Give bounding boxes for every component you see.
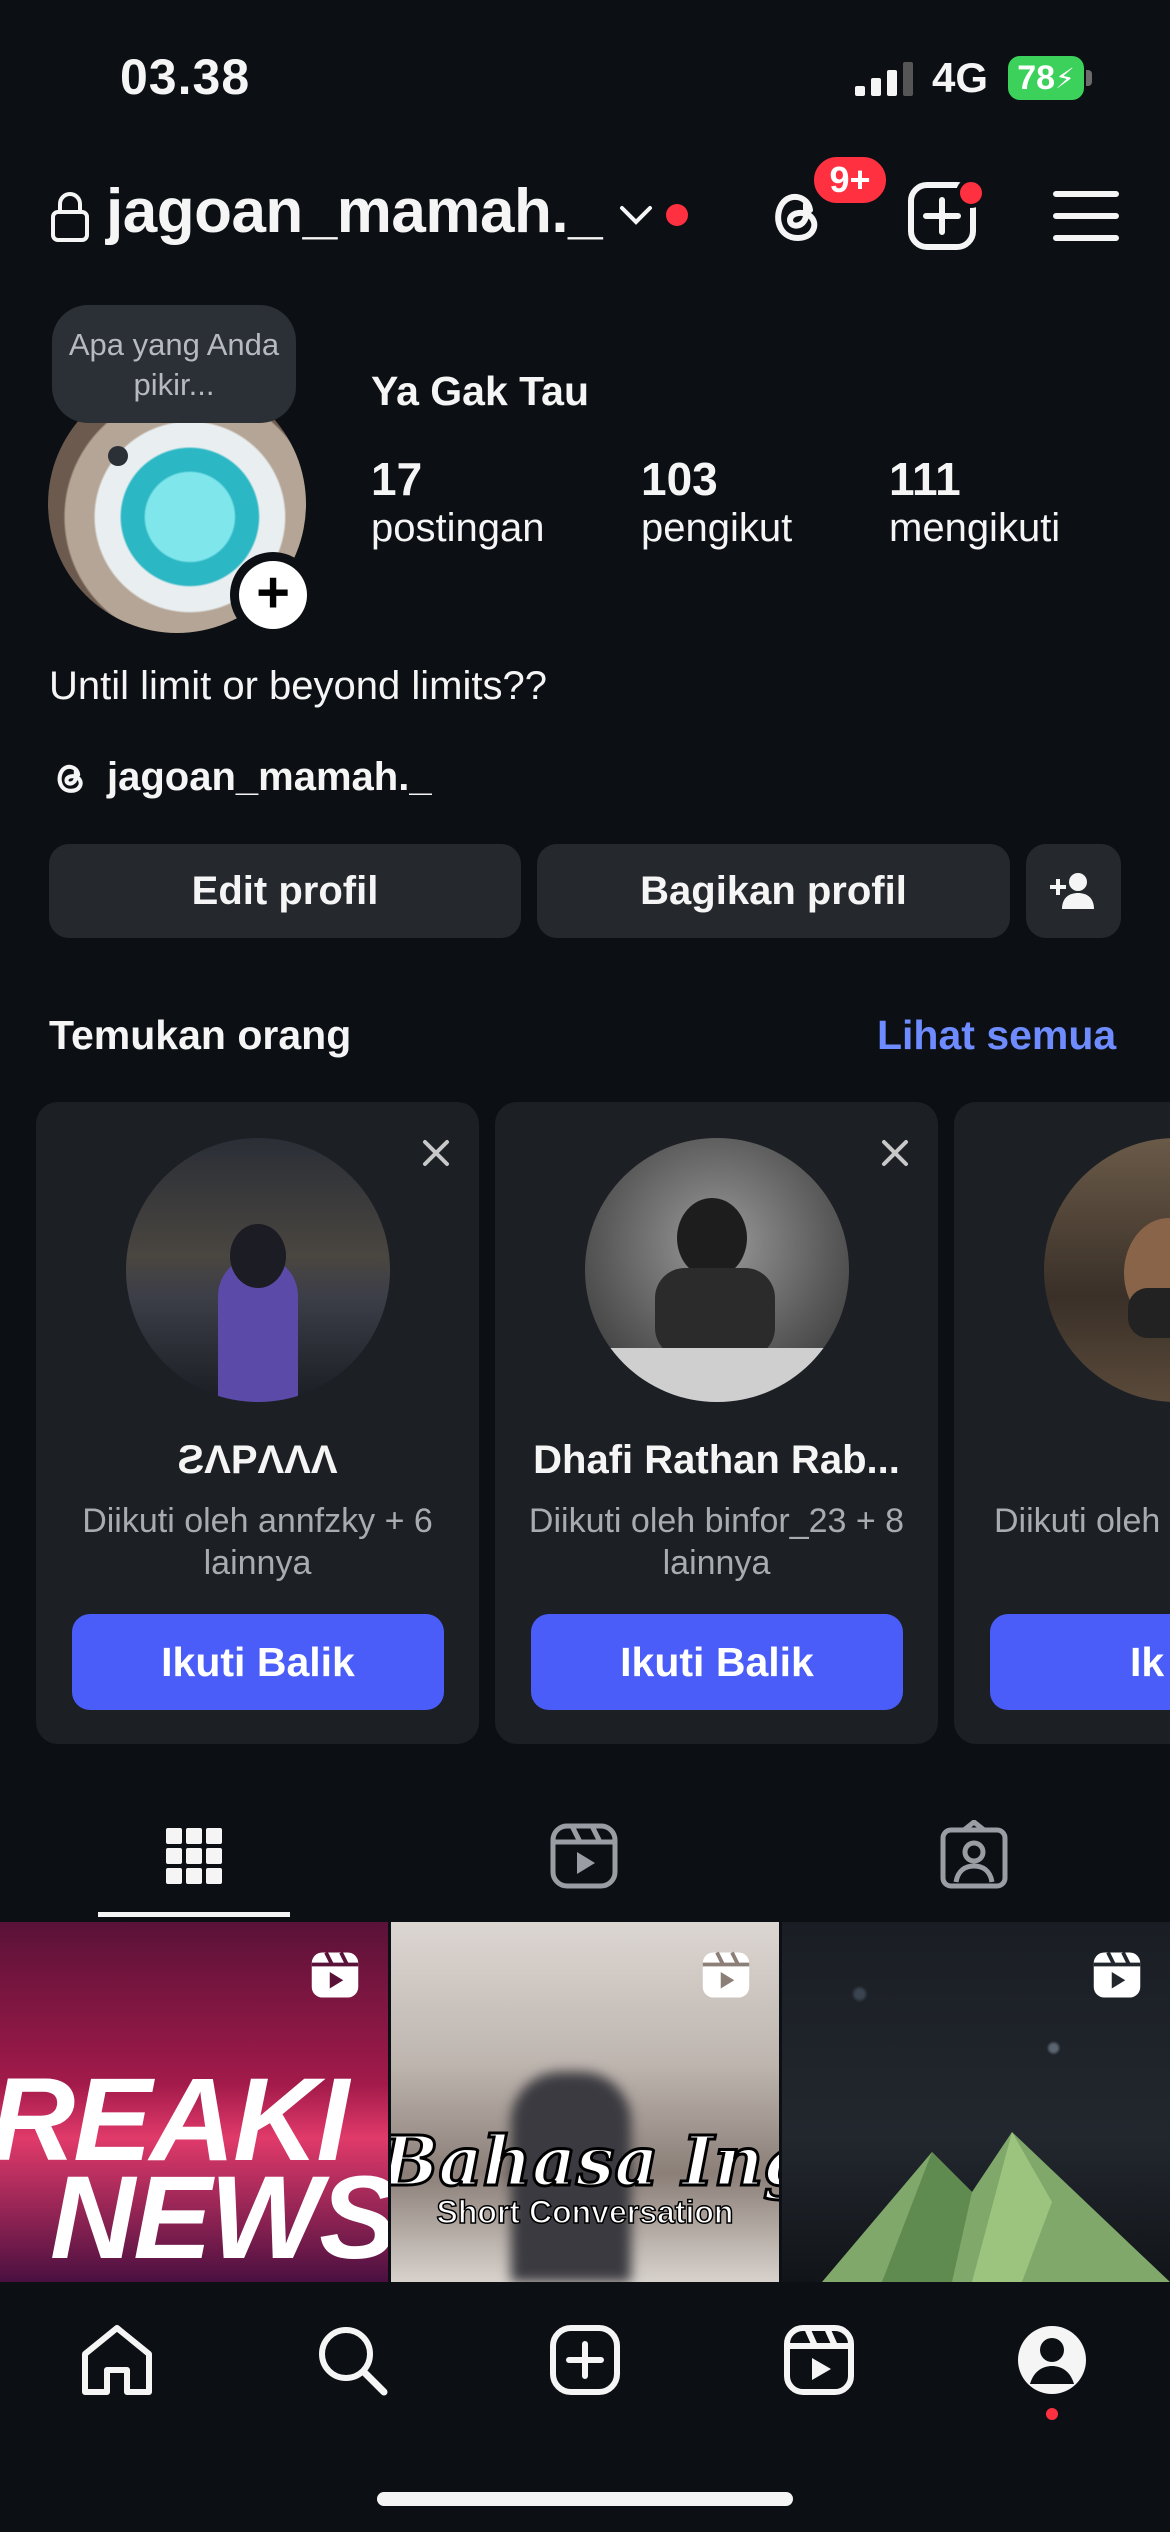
stat-label: mengikuti xyxy=(889,506,1061,550)
create-icon[interactable] xyxy=(545,2320,625,2400)
stat-value: 103 xyxy=(641,453,718,505)
status-time: 03.38 xyxy=(120,49,251,105)
suggestion-name[interactable]: Dhafi Rathan Rab... xyxy=(495,1438,938,1483)
profile-activity-dot xyxy=(1046,2408,1058,2420)
suggestion-card: ƧΛPΛΛΛ Diikuti oleh annfzky + 6 lainnya … xyxy=(36,1102,479,1744)
mountain-graphic xyxy=(822,2132,1170,2282)
profile-note-bubble[interactable]: Apa yang Anda pikir... xyxy=(52,305,296,423)
follow-back-button[interactable]: Ikuti Balik xyxy=(531,1614,903,1710)
threads-profile-link[interactable]: jagoan_mamah._ xyxy=(49,755,432,800)
edit-profile-button[interactable]: Edit profil xyxy=(49,844,521,938)
notification-badge: 9+ xyxy=(810,153,890,207)
stat-posts[interactable]: 17 postingan xyxy=(371,452,544,551)
profile-icon[interactable] xyxy=(1012,2320,1092,2400)
suggestion-mutuals: Diikuti oleh binfor_23 + 8 lainnya xyxy=(528,1502,905,1582)
stat-value: 17 xyxy=(371,453,423,505)
discover-people-title: Temukan orang xyxy=(49,1012,352,1058)
see-all-link[interactable]: Lihat semua xyxy=(877,1012,1116,1059)
post-caption-overlay: NEWS xyxy=(50,2152,388,2282)
cellular-signal-icon xyxy=(855,62,913,96)
suggestion-avatar[interactable] xyxy=(126,1138,390,1402)
stat-value: 111 xyxy=(889,453,961,505)
suggestion-mutuals: Diikuti oleh + 8 la xyxy=(994,1502,1170,1540)
profile-full-name: Ya Gak Tau xyxy=(371,368,590,414)
network-type: 4G xyxy=(932,54,989,101)
stat-label: pengikut xyxy=(641,506,793,550)
chevron-down-icon[interactable] xyxy=(618,200,654,230)
add-story-button[interactable]: + xyxy=(230,552,316,638)
follow-back-button[interactable]: Ik xyxy=(990,1614,1170,1710)
tagged-posts-tab[interactable] xyxy=(938,1820,1010,1892)
reel-icon xyxy=(311,1951,359,1998)
note-tail xyxy=(108,446,128,466)
suggestion-avatar[interactable] xyxy=(585,1138,849,1402)
follow-back-button[interactable]: Ikuti Balik xyxy=(72,1614,444,1710)
threads-handle: jagoan_mamah._ xyxy=(107,755,432,799)
battery-indicator: 78 ⚡ xyxy=(1008,56,1084,100)
lock-icon xyxy=(51,192,89,242)
post-thumbnail[interactable] xyxy=(782,1922,1170,2282)
profile-username[interactable]: jagoan_mamah._ xyxy=(106,176,603,247)
add-person-icon xyxy=(1049,873,1094,909)
post-caption-overlay: Bahasa Inggris xyxy=(391,2121,779,2204)
post-caption-overlay: Short Conversation xyxy=(436,2193,734,2231)
stat-following[interactable]: 111 mengikuti xyxy=(889,452,1060,551)
suggestion-mutuals: Diikuti oleh annfzky + 6 lainnya xyxy=(82,1502,433,1582)
reel-icon xyxy=(1093,1951,1141,1998)
stat-followers[interactable]: 103 pengikut xyxy=(641,452,792,551)
active-tab-indicator xyxy=(98,1912,290,1917)
stat-label: postingan xyxy=(371,506,545,550)
discover-people-button[interactable] xyxy=(1026,844,1121,938)
battery-nub xyxy=(1086,70,1092,86)
reels-tab[interactable] xyxy=(548,1820,620,1892)
grid-posts-tab[interactable] xyxy=(158,1820,230,1892)
suggestion-name[interactable]: ƧΛPΛΛΛ xyxy=(36,1438,479,1483)
search-icon[interactable] xyxy=(312,2320,392,2400)
create-alert-dot xyxy=(956,178,986,208)
post-thumbnail[interactable]: Bahasa Inggris Short Conversation xyxy=(391,1922,779,2282)
home-indicator[interactable] xyxy=(377,2492,793,2506)
share-profile-button[interactable]: Bagikan profil xyxy=(537,844,1010,938)
battery-level: 78 xyxy=(1017,58,1056,97)
reels-icon[interactable] xyxy=(779,2320,859,2400)
home-icon[interactable] xyxy=(77,2320,157,2400)
suggestion-card: Dhafi Rathan Rab... Diikuti oleh binfor_… xyxy=(495,1102,938,1744)
threads-icon xyxy=(57,764,83,793)
suggestion-avatar[interactable] xyxy=(1044,1138,1170,1402)
post-thumbnail[interactable]: REAKI NEWS xyxy=(0,1922,388,2282)
account-alert-dot xyxy=(666,204,688,226)
menu-icon[interactable] xyxy=(1050,180,1122,252)
suggestion-card: b Diikuti oleh + 8 la Ik xyxy=(954,1102,1170,1744)
reel-icon xyxy=(702,1951,750,1998)
close-icon[interactable] xyxy=(874,1132,916,1174)
close-icon[interactable] xyxy=(415,1132,457,1174)
profile-bio: Until limit or beyond limits?? xyxy=(49,664,547,708)
plus-icon: + xyxy=(239,561,307,629)
